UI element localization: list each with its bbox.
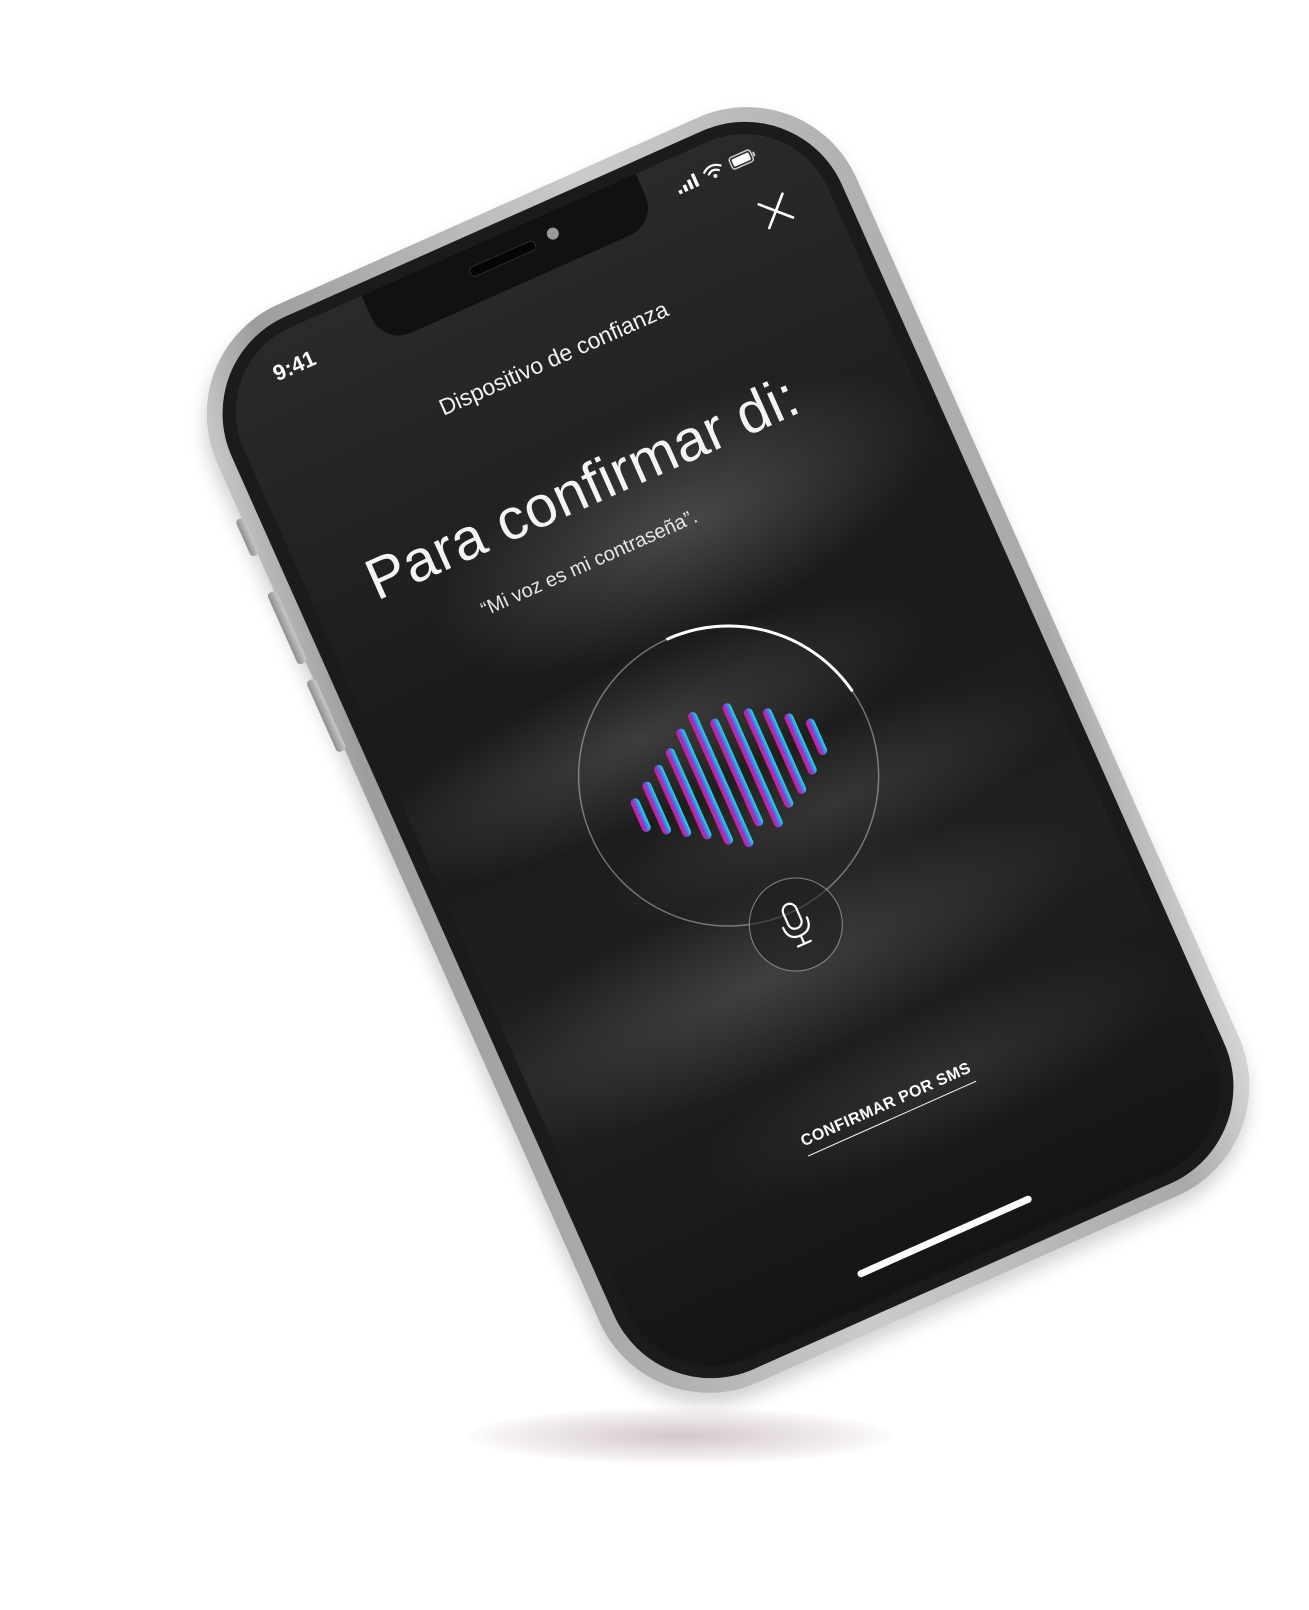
voice-waveform <box>630 703 828 848</box>
microphone-icon <box>781 902 812 948</box>
voice-recorder <box>504 552 969 1037</box>
confirm-by-sms-link[interactable]: CONFIRMAR POR SMS <box>798 1059 977 1157</box>
close-icon <box>757 192 795 230</box>
waveform-bar <box>654 764 692 837</box>
battery-icon <box>728 148 756 170</box>
status-time: 9:41 <box>269 345 320 387</box>
close-button[interactable] <box>753 188 798 233</box>
voice-ring-track <box>577 625 880 927</box>
earpiece-speaker <box>467 239 538 279</box>
waveform-bar <box>630 798 651 832</box>
silent-switch <box>235 516 260 558</box>
voice-progress-ring <box>577 624 880 927</box>
status-icons <box>674 146 759 195</box>
cellular-signal-icon <box>678 172 700 195</box>
front-camera <box>544 225 561 242</box>
wifi-icon <box>703 163 722 178</box>
phone-mockup: 9:41 Dispositivo de confianza Para confi… <box>168 68 1288 1432</box>
